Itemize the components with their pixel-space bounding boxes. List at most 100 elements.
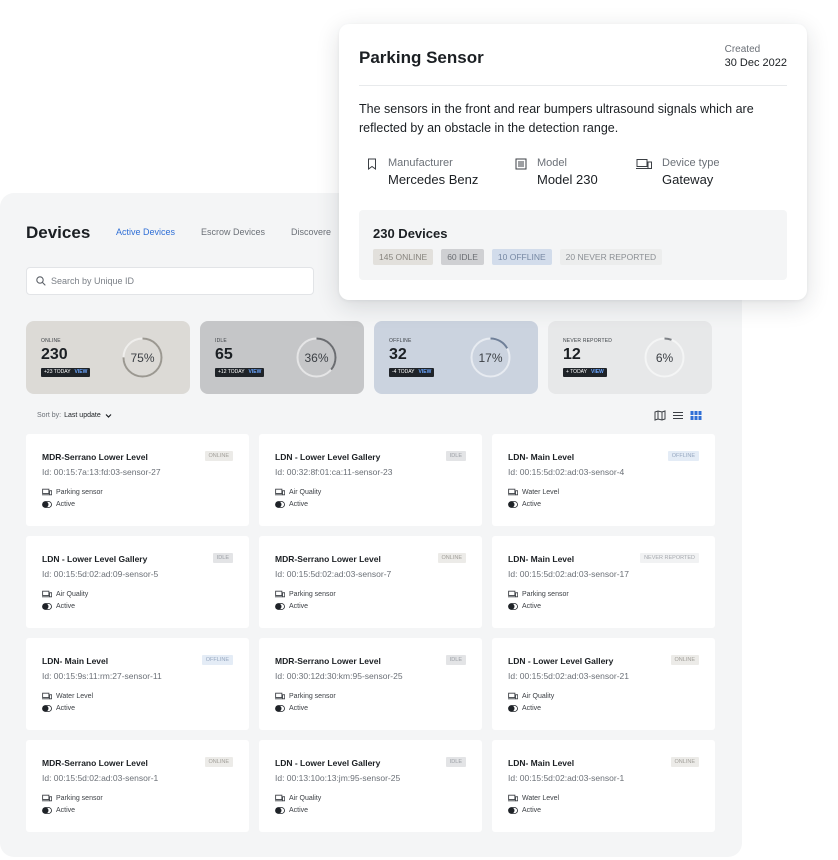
- stat-percent: 17%: [478, 350, 503, 365]
- tab-discovered[interactable]: Discovere: [291, 227, 331, 237]
- map-view-icon[interactable]: [654, 410, 666, 421]
- status-badge: OFFLINE: [667, 451, 699, 461]
- stat-card-never-reported[interactable]: NEVER REPORTED 12 + TODAY VIEW 6%: [548, 321, 712, 394]
- status-toggle-icon: [42, 501, 52, 508]
- stat-view-link[interactable]: VIEW: [75, 369, 88, 375]
- status-toggle-icon: [508, 807, 518, 814]
- status-toggle-icon: [275, 501, 285, 508]
- device-icon: [275, 692, 285, 700]
- meta-label: Manufacturer: [388, 157, 453, 169]
- device-type-label: Water Level: [522, 488, 560, 496]
- device-state: Active: [508, 705, 541, 712]
- list-icon: [515, 158, 527, 170]
- grid-view-icon[interactable]: [690, 410, 702, 421]
- stat-card-offline[interactable]: OFFLINE 32 -4 TODAY VIEW 17%: [374, 321, 538, 394]
- status-toggle-icon: [275, 705, 285, 712]
- device-card[interactable]: LDN- Main Level Id: 00:15:5d:02:ad:03-sen…: [492, 740, 715, 832]
- device-state-label: Active: [522, 705, 542, 712]
- stat-today-badge: +12 TODAY VIEW: [215, 368, 265, 377]
- summary-title: 230 Devices: [373, 226, 448, 241]
- device-name: LDN - Lower Level Gallery: [42, 554, 148, 564]
- meta-device-type: Device type Gateway: [636, 157, 719, 187]
- device-icon: [42, 488, 52, 496]
- meta-label: Device type: [662, 157, 720, 169]
- device-id: Id: 00:32:8f:01:ca:11-sensor-23: [275, 467, 393, 477]
- device-state: Active: [275, 501, 308, 508]
- status-toggle-icon: [508, 501, 518, 508]
- device-id: Id: 00:15:5d:02:ad:09-sensor-5: [42, 569, 159, 579]
- device-id: Id: 00:15:9s:11:rm:27-sensor-11: [42, 671, 162, 681]
- device-type: Parking sensor: [42, 488, 103, 496]
- device-state-label: Active: [522, 807, 542, 814]
- stat-view-link[interactable]: VIEW: [249, 369, 262, 375]
- device-state: Active: [275, 807, 308, 814]
- stat-value: 65: [215, 346, 233, 363]
- device-state: Active: [42, 603, 75, 610]
- device-icon: [275, 488, 285, 496]
- device-card[interactable]: MDR-Serrano Lower Level Id: 00:15:7a:13:f…: [26, 434, 249, 526]
- stat-today-text: +12 TODAY: [218, 369, 245, 375]
- device-card[interactable]: MDR-Serrano Lower Level Id: 00:15:5d:02:a…: [26, 740, 249, 832]
- device-state: Active: [508, 603, 541, 610]
- device-name: LDN - Lower Level Gallery: [508, 656, 614, 666]
- device-id: Id: 00:13:10o:13:jm:95-sensor-25: [275, 773, 401, 783]
- stat-view-link[interactable]: VIEW: [419, 369, 432, 375]
- device-icon: [42, 590, 52, 598]
- device-card[interactable]: LDN - Lower Level Gallery Id: 00:15:5d:02…: [26, 536, 249, 628]
- stat-card-idle[interactable]: IDLE 65 +12 TODAY VIEW 36%: [200, 321, 364, 394]
- meta-value: Gateway: [662, 172, 714, 187]
- device-type: Parking sensor: [275, 590, 336, 598]
- device-name: MDR-Serrano Lower Level: [42, 452, 148, 462]
- device-state-label: Active: [289, 807, 309, 814]
- detail-title: Parking Sensor: [359, 48, 484, 67]
- device-state-label: Active: [56, 603, 76, 610]
- device-type: Air Quality: [275, 488, 321, 496]
- device-card[interactable]: LDN - Lower Level Gallery Id: 00:13:10o:1…: [259, 740, 482, 832]
- device-card[interactable]: LDN- Main Level Id: 00:15:9s:11:rm:27-sen…: [26, 638, 249, 730]
- device-id: Id: 00:15:5d:02:ad:03-sensor-1: [42, 773, 159, 783]
- search-input[interactable]: [51, 276, 291, 286]
- stat-value: 32: [389, 346, 407, 363]
- chip-online[interactable]: 145 ONLINE: [373, 249, 434, 265]
- chip-idle[interactable]: 60 IDLE: [441, 249, 484, 265]
- device-id: Id: 00:15:5d:02:ad:03-sensor-4: [508, 467, 625, 477]
- device-name: LDN- Main Level: [508, 452, 575, 462]
- device-type: Parking sensor: [508, 590, 569, 598]
- summary-chips: 145 ONLINE 60 IDLE 10 OFFLINE 20 NEVER R…: [373, 249, 663, 265]
- device-type: Parking sensor: [275, 692, 336, 700]
- tab-active-devices[interactable]: Active Devices: [116, 227, 175, 237]
- stat-card-online[interactable]: ONLINE 230 +23 TODAY VIEW 75%: [26, 321, 190, 394]
- sort-label: Sort by:: [37, 412, 62, 419]
- device-card[interactable]: MDR-Serrano Lower Level Id: 00:30:12d:30:…: [259, 638, 482, 730]
- sort-control[interactable]: Sort by: Last update: [37, 412, 112, 419]
- device-state: Active: [42, 501, 75, 508]
- chip-offline[interactable]: 10 OFFLINE: [491, 249, 552, 265]
- stat-label: NEVER REPORTED: [563, 338, 613, 344]
- status-badge: NEVER REPORTED: [640, 553, 699, 563]
- device-card[interactable]: LDN - Lower Level Gallery Id: 00:15:5d:02…: [492, 638, 715, 730]
- search-box[interactable]: [26, 267, 314, 295]
- stat-value: 230: [41, 346, 68, 363]
- status-badge: OFFLINE: [201, 655, 233, 665]
- device-type: Air Quality: [275, 794, 321, 802]
- stat-value: 12: [563, 346, 581, 363]
- status-badge: IDLE: [445, 451, 466, 461]
- device-card[interactable]: LDN- Main Level Id: 00:15:5d:02:ad:03-sen…: [492, 434, 715, 526]
- device-type: Air Quality: [508, 692, 554, 700]
- device-card[interactable]: LDN - Lower Level Gallery Id: 00:32:8f:01…: [259, 434, 482, 526]
- device-state: Active: [42, 705, 75, 712]
- device-icon: [42, 692, 52, 700]
- tab-escrow-devices[interactable]: Escrow Devices: [201, 227, 265, 237]
- list-view-icon[interactable]: [672, 410, 684, 421]
- created-date: 30 Dec 2022: [724, 57, 787, 69]
- stats-row: ONLINE 230 +23 TODAY VIEW 75% IDLE 65 +12…: [26, 321, 722, 394]
- device-icon: [275, 590, 285, 598]
- device-icon: [508, 488, 518, 496]
- device-type: Parking sensor: [42, 794, 103, 802]
- stat-view-link[interactable]: VIEW: [591, 369, 604, 375]
- chip-never-reported[interactable]: 20 NEVER REPORTED: [559, 249, 663, 265]
- device-card[interactable]: LDN- Main Level Id: 00:15:5d:02:ad:03-sen…: [492, 536, 715, 628]
- device-icon: [636, 159, 652, 169]
- stat-today-badge: -4 TODAY VIEW: [389, 368, 435, 377]
- device-card[interactable]: MDR-Serrano Lower Level Id: 00:15:5d:02:a…: [259, 536, 482, 628]
